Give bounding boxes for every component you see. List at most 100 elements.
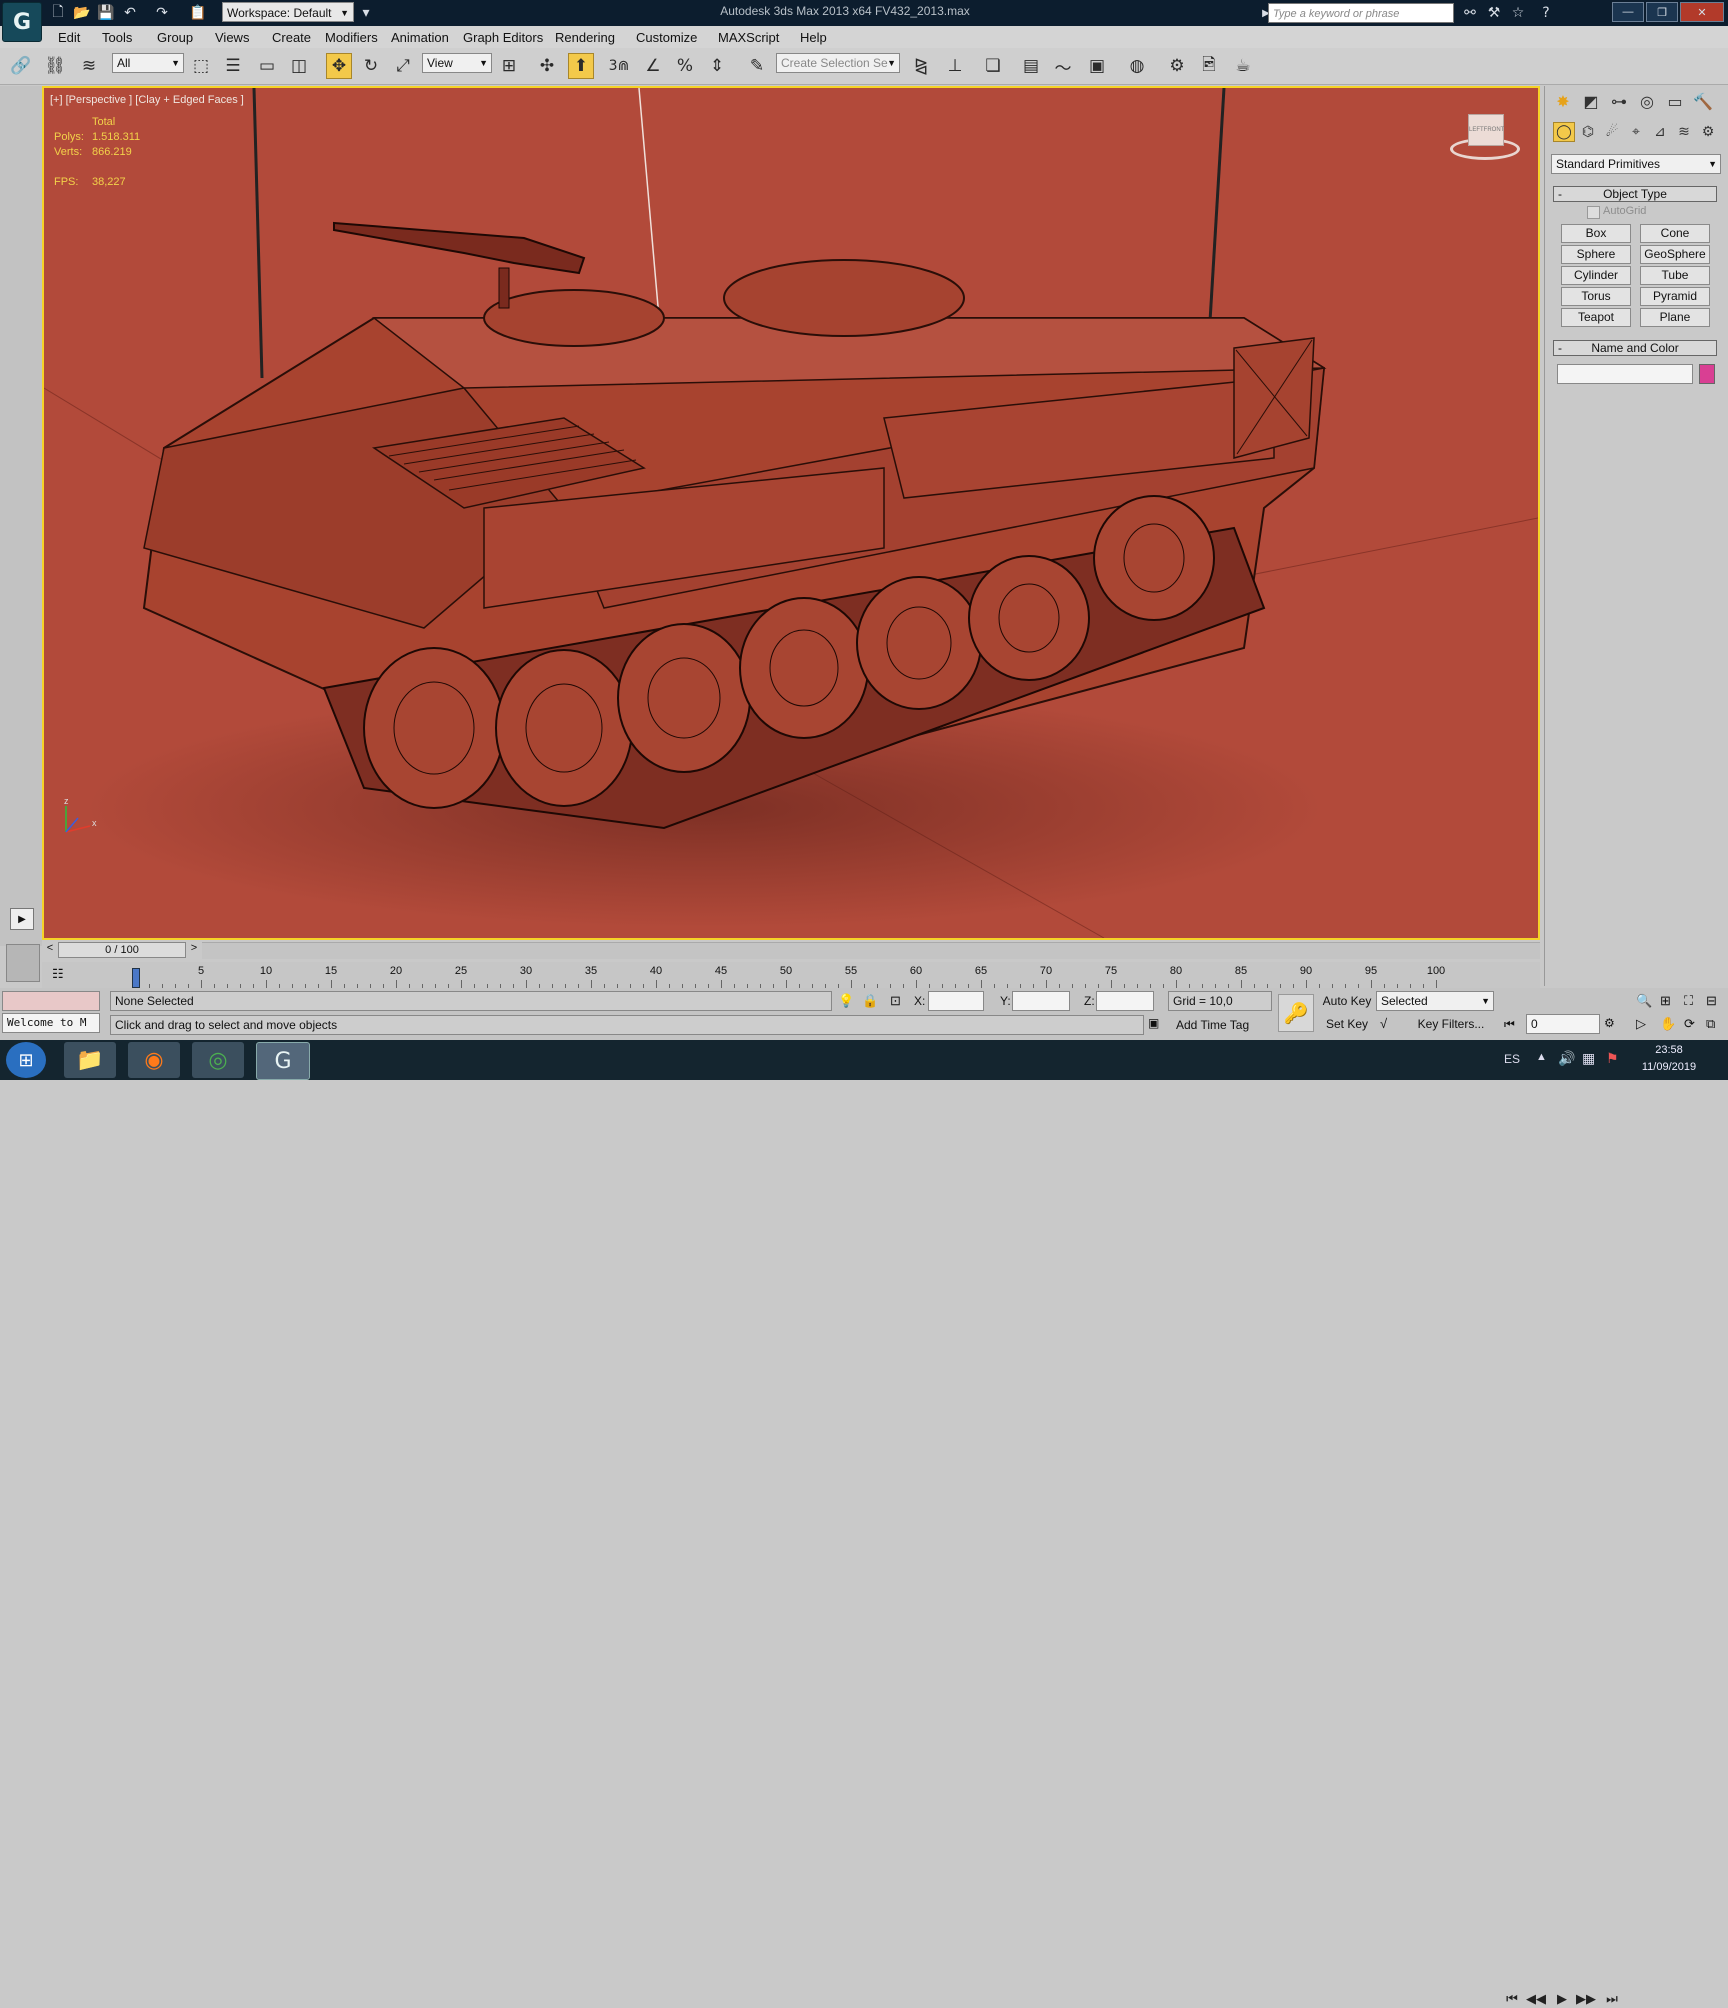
- key-mode-dropdown[interactable]: Selected ▼: [1376, 991, 1494, 1011]
- menu-modifiers[interactable]: Modifiers: [321, 28, 382, 47]
- key-icon[interactable]: 🔑: [1278, 994, 1314, 1032]
- windows-start-icon[interactable]: ⊞: [6, 1042, 46, 1078]
- maxscript-listener[interactable]: Welcome to M: [2, 1013, 100, 1033]
- rendered-frame-window-icon[interactable]: 🖻: [1196, 53, 1222, 79]
- default-tangent-icon[interactable]: √: [1380, 1016, 1387, 1031]
- input-language[interactable]: ES: [1504, 1052, 1520, 1066]
- plane-button[interactable]: Plane: [1640, 308, 1710, 327]
- network-icon[interactable]: ▦: [1582, 1050, 1595, 1067]
- new-file-icon[interactable]: 🗋: [48, 3, 68, 23]
- go-to-end-icon[interactable]: ⏭: [1602, 1990, 1622, 2008]
- torus-button[interactable]: Torus: [1561, 287, 1631, 306]
- menu-help[interactable]: Help: [796, 28, 831, 47]
- mirror-icon[interactable]: ⧎: [908, 53, 934, 79]
- key-mode-toggle-icon[interactable]: ⏮: [1504, 1017, 1515, 1032]
- object-color-swatch[interactable]: [1699, 364, 1715, 384]
- set-key-button[interactable]: Set Key: [1322, 1014, 1372, 1034]
- viewcube[interactable]: LEFT FRONT: [1450, 114, 1520, 162]
- star-icon[interactable]: ☆: [1508, 3, 1528, 23]
- motion-tab-icon[interactable]: ◎: [1635, 90, 1659, 112]
- undo-icon[interactable]: ↶: [120, 3, 140, 23]
- time-tag-icon[interactable]: ▣: [1148, 1016, 1159, 1030]
- zoom-extents-icon[interactable]: ⛶: [1684, 993, 1693, 1009]
- z-coordinate-input[interactable]: [1096, 991, 1154, 1011]
- orbit-icon[interactable]: ⟳: [1684, 1016, 1695, 1032]
- help-icon[interactable]: ?: [1536, 3, 1556, 23]
- chrome-icon[interactable]: ◎: [192, 1042, 244, 1078]
- 3dsmax-task-icon[interactable]: G: [256, 1042, 310, 1080]
- menu-tools[interactable]: Tools: [98, 28, 136, 47]
- create-tab-icon[interactable]: ✸: [1551, 90, 1575, 112]
- select-by-name-icon[interactable]: ☰: [220, 53, 246, 79]
- clock-date[interactable]: 11/09/2019: [1634, 1061, 1704, 1073]
- field-of-view-icon[interactable]: ▷: [1636, 1016, 1646, 1032]
- time-configuration-icon[interactable]: ⚙: [1604, 1016, 1615, 1030]
- select-and-rotate-icon[interactable]: ↻: [358, 53, 384, 79]
- menu-group[interactable]: Group: [153, 28, 197, 47]
- pan-view-icon[interactable]: ✋: [1660, 1016, 1676, 1032]
- object-category-dropdown[interactable]: Standard Primitives ▼: [1551, 154, 1721, 174]
- menu-edit[interactable]: Edit: [54, 28, 84, 47]
- binoculars-icon[interactable]: ⚯: [1460, 3, 1480, 23]
- time-slider-prev[interactable]: <: [42, 942, 58, 958]
- key-filters-button[interactable]: Key Filters...: [1408, 1014, 1494, 1034]
- isolate-icon[interactable]: 💡: [838, 993, 854, 1009]
- close-button[interactable]: ✕: [1680, 2, 1724, 22]
- teapot-button[interactable]: Teapot: [1561, 308, 1631, 327]
- select-object-icon[interactable]: ⬚: [188, 53, 214, 79]
- percent-snap-icon[interactable]: %: [672, 53, 698, 79]
- geometry-icon[interactable]: ◯: [1553, 122, 1575, 142]
- edit-named-selection-icon[interactable]: ✎: [744, 53, 770, 79]
- graphite-ribbon-icon[interactable]: ▤: [1018, 53, 1044, 79]
- space-warps-icon[interactable]: ≋: [1673, 122, 1695, 142]
- time-slider-next[interactable]: >: [186, 942, 202, 958]
- curve-editor-icon[interactable]: 〜: [1050, 53, 1076, 79]
- keyboard-shortcut-override-icon[interactable]: ⬆: [568, 53, 594, 79]
- viewport-label[interactable]: [+] [Perspective ] [Clay + Edged Faces ]: [50, 94, 244, 106]
- display-tab-icon[interactable]: ▭: [1663, 90, 1687, 112]
- expand-track-bar-icon[interactable]: ▶: [10, 908, 34, 930]
- name-and-color-rollout[interactable]: - Name and Color: [1553, 340, 1717, 356]
- y-coordinate-input[interactable]: [1012, 991, 1070, 1011]
- open-file-icon[interactable]: 📂: [72, 3, 92, 23]
- menu-customize[interactable]: Customize: [632, 28, 701, 47]
- sphere-button[interactable]: Sphere: [1561, 245, 1631, 264]
- x-coordinate-input[interactable]: [928, 991, 984, 1011]
- app-menu-button[interactable]: G: [2, 2, 42, 42]
- cylinder-button[interactable]: Cylinder: [1561, 266, 1631, 285]
- file-explorer-icon[interactable]: 📁: [64, 1042, 116, 1078]
- utilities-tab-icon[interactable]: 🔨: [1691, 90, 1715, 112]
- align-icon[interactable]: ⊥: [942, 53, 968, 79]
- menu-maxscript[interactable]: MAXScript: [714, 28, 783, 47]
- shapes-icon[interactable]: ⌬: [1577, 122, 1599, 142]
- tube-button[interactable]: Tube: [1640, 266, 1710, 285]
- select-manipulate-icon[interactable]: ✣: [534, 53, 560, 79]
- autogrid-checkbox[interactable]: [1587, 206, 1600, 219]
- current-frame-input[interactable]: 0: [1526, 1014, 1600, 1034]
- show-hidden-icons[interactable]: ▲: [1536, 1051, 1547, 1063]
- go-to-start-icon[interactable]: ⏮: [1502, 1990, 1522, 2008]
- unlink-icon[interactable]: ⛓: [42, 53, 68, 79]
- schematic-view-icon[interactable]: ▣: [1084, 53, 1110, 79]
- lights-icon[interactable]: ☄: [1601, 122, 1623, 142]
- object-type-rollout[interactable]: - Object Type: [1553, 186, 1717, 202]
- selection-filter-dropdown[interactable]: All ▼: [112, 53, 184, 73]
- layer-manager-icon[interactable]: ❏: [980, 53, 1006, 79]
- hierarchy-tab-icon[interactable]: ⊶: [1607, 90, 1631, 112]
- window-crossing-icon[interactable]: ◫: [286, 53, 312, 79]
- clock-time[interactable]: 23:58: [1634, 1044, 1704, 1056]
- modify-tab-icon[interactable]: ◩: [1579, 90, 1603, 112]
- helpers-icon[interactable]: ⊿: [1649, 122, 1671, 142]
- current-frame-marker[interactable]: [132, 968, 140, 988]
- play-icon[interactable]: ▶: [1552, 1990, 1572, 2008]
- maxscript-mini-listener-top[interactable]: [2, 991, 100, 1011]
- geosphere-button[interactable]: GeoSphere: [1640, 245, 1710, 264]
- systems-icon[interactable]: ⚙: [1697, 122, 1719, 142]
- rectangular-selection-icon[interactable]: ▭: [254, 53, 280, 79]
- menu-create[interactable]: Create: [268, 28, 315, 47]
- add-time-tag-button[interactable]: Add Time Tag: [1168, 1015, 1280, 1035]
- menu-animation[interactable]: Animation: [387, 28, 453, 47]
- perspective-viewport[interactable]: [+] [Perspective ] [Clay + Edged Faces ]…: [42, 86, 1540, 940]
- lock-selection-icon[interactable]: 🔒: [862, 993, 878, 1009]
- menu-views[interactable]: Views: [211, 28, 253, 47]
